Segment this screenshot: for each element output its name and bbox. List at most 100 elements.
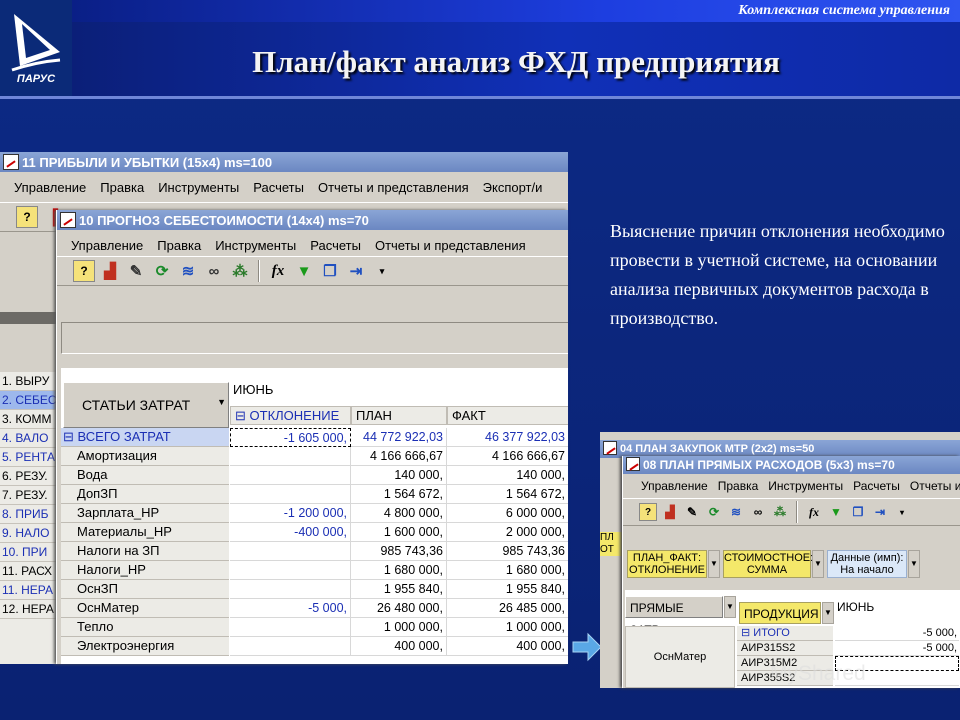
cell-plan[interactable]: 44 772 922,03 <box>351 428 447 447</box>
row-item[interactable]: 1. ВЫРУ <box>0 372 56 391</box>
formula-icon[interactable]: fx <box>805 503 823 521</box>
cell-fact[interactable]: 1 955 840, <box>447 580 568 599</box>
cell-fact[interactable]: 1 000 000, <box>447 618 568 637</box>
table-row[interactable]: Материалы_НР -400 000, 1 600 000, 2 000 … <box>61 523 568 542</box>
menu-item[interactable]: Отчеты и <box>910 479 960 493</box>
row-item[interactable]: 10. ПРИ <box>0 543 56 562</box>
menu-item[interactable]: Экспорт/и <box>483 180 543 195</box>
cell-deviation[interactable] <box>230 447 351 466</box>
cell-plan[interactable]: 1 000 000, <box>351 618 447 637</box>
list-item[interactable]: ⊟ ИТОГО <box>737 626 833 641</box>
cell-plan[interactable]: 4 800 000, <box>351 504 447 523</box>
cell-plan[interactable]: 985 743,36 <box>351 542 447 561</box>
row-item[interactable]: 2. СЕБЕС <box>0 391 56 410</box>
table-row[interactable]: Амортизация 4 166 666,67 4 166 666,67 <box>61 447 568 466</box>
dimension-chip-data[interactable]: Данные (имп): На начало <box>827 550 907 578</box>
cell-deviation[interactable]: -5 000, <box>230 599 351 618</box>
cell-fact[interactable]: 1 680 000, <box>447 561 568 580</box>
menu-item[interactable]: Расчеты <box>853 479 900 493</box>
row-item[interactable]: 3. КОММ <box>0 410 56 429</box>
menu-item[interactable]: Управление <box>641 479 708 493</box>
bar-chart-icon[interactable]: ▟ <box>99 260 121 282</box>
menu-item[interactable]: Управление <box>71 238 143 253</box>
filter-icon[interactable]: ▼ <box>293 260 315 282</box>
chevron-down-icon[interactable]: ▼ <box>822 602 834 624</box>
chevron-down-icon[interactable]: ▼ <box>217 397 226 407</box>
filter-icon[interactable]: ▼ <box>827 503 845 521</box>
cell-plan[interactable]: 400 000, <box>351 637 447 656</box>
cell-fact[interactable]: 6 000 000, <box>447 504 568 523</box>
window-titlebar[interactable]: 08 ПЛАН ПРЯМЫХ РАСХОДОВ (5x3) ms=70 <box>623 456 960 474</box>
row-item[interactable]: 4. ВАЛО <box>0 429 56 448</box>
list-item[interactable]: АИР315S2 <box>737 641 833 656</box>
table-row[interactable]: Вода 140 000, 140 000, <box>61 466 568 485</box>
column-header-plan[interactable]: ПЛАН <box>351 406 447 425</box>
row-item[interactable]: 11. РАСХ <box>0 562 56 581</box>
tree-icon[interactable]: ⁂ <box>229 260 251 282</box>
menu-item[interactable]: Инструменты <box>768 479 843 493</box>
bar-chart-icon[interactable]: ▟ <box>661 503 679 521</box>
menu-item[interactable]: Отчеты и представления <box>318 180 469 195</box>
dimension-chip-plan-fact[interactable]: ПЛАН_ФАКТ: ОТКЛОНЕНИЕ <box>627 550 707 578</box>
recalc-icon[interactable]: ⟳ <box>151 260 173 282</box>
cell-deviation[interactable] <box>230 466 351 485</box>
cell-deviation[interactable] <box>230 561 351 580</box>
cell-fact[interactable]: 2 000 000, <box>447 523 568 542</box>
cell-plan[interactable]: 26 480 000, <box>351 599 447 618</box>
window-titlebar[interactable]: 11 ПРИБЫЛИ И УБЫТКИ (15x4) ms=100 <box>0 152 568 172</box>
edit-icon[interactable]: ✎ <box>683 503 701 521</box>
view-icon[interactable]: ∞ <box>203 260 225 282</box>
menu-item[interactable]: Инструменты <box>158 180 239 195</box>
cell-deviation[interactable] <box>230 637 351 656</box>
layers-icon[interactable]: ≋ <box>177 260 199 282</box>
cost-items-header-button[interactable]: СТАТЬИ ЗАТРАТ ▼ <box>63 382 229 428</box>
menu-item[interactable]: Правка <box>157 238 201 253</box>
row-item[interactable]: 6. РЕЗУ. <box>0 467 56 486</box>
row-item[interactable]: 7. РЕЗУ. <box>0 486 56 505</box>
table-row[interactable]: Тепло 1 000 000, 1 000 000, <box>61 618 568 637</box>
cell-fact[interactable]: 4 166 666,67 <box>447 447 568 466</box>
export-icon[interactable]: ⇥ <box>871 503 889 521</box>
copy-icon[interactable]: ❐ <box>849 503 867 521</box>
table-row[interactable]: Электроэнергия 400 000, 400 000, <box>61 637 568 656</box>
cell-fact[interactable]: 140 000, <box>447 466 568 485</box>
table-row[interactable]: ⊟ ВСЕГО ЗАТРАТ -1 605 000, 44 772 922,03… <box>61 428 568 447</box>
table-row[interactable]: Зарплата_НР -1 200 000, 4 800 000, 6 000… <box>61 504 568 523</box>
table-row[interactable]: Налоги_НР 1 680 000, 1 680 000, <box>61 561 568 580</box>
cell-plan[interactable]: 140 000, <box>351 466 447 485</box>
cell-plan[interactable]: 4 166 666,67 <box>351 447 447 466</box>
table-row[interactable]: ОснМатер -5 000, 26 480 000, 26 485 000, <box>61 599 568 618</box>
cell-deviation[interactable] <box>230 580 351 599</box>
cell-value[interactable]: -5 000, <box>835 626 959 641</box>
cell-plan[interactable]: 1 600 000, <box>351 523 447 542</box>
menu-item[interactable]: Правка <box>718 479 759 493</box>
cell-fact[interactable]: 26 485 000, <box>447 599 568 618</box>
menu-item[interactable]: Отчеты и представления <box>375 238 526 253</box>
export-icon[interactable]: ⇥ <box>345 260 367 282</box>
copy-icon[interactable]: ❐ <box>319 260 341 282</box>
row-item[interactable]: 12. НЕРА <box>0 600 56 619</box>
row-item[interactable]: 5. РЕНТА <box>0 448 56 467</box>
help-icon[interactable]: ? <box>16 206 38 228</box>
more-dropdown-icon[interactable]: ▾ <box>893 503 911 521</box>
cell-plan[interactable]: 1 564 672, <box>351 485 447 504</box>
row-item[interactable]: 9. НАЛО <box>0 524 56 543</box>
chevron-down-icon[interactable]: ▼ <box>708 550 720 578</box>
cell-deviation[interactable]: -400 000, <box>230 523 351 542</box>
window-cost-forecast[interactable]: 10 ПРОГНОЗ СЕБЕСТОИМОСТИ (14x4) ms=70 Уп… <box>56 210 568 664</box>
table-row[interactable]: Налоги на ЗП 985 743,36 985 743,36 <box>61 542 568 561</box>
help-icon[interactable]: ? <box>73 260 95 282</box>
cell-fact[interactable]: 400 000, <box>447 637 568 656</box>
cell-plan[interactable]: 1 680 000, <box>351 561 447 580</box>
cell-deviation[interactable] <box>230 542 351 561</box>
layers-icon[interactable]: ≋ <box>727 503 745 521</box>
more-dropdown-icon[interactable]: ▾ <box>371 260 393 282</box>
menu-item[interactable]: Расчеты <box>310 238 361 253</box>
recalc-icon[interactable]: ⟳ <box>705 503 723 521</box>
column-header-deviation[interactable]: ⊟ ОТКЛОНЕНИЕ <box>230 406 351 425</box>
cell-plan[interactable]: 1 955 840, <box>351 580 447 599</box>
formula-bar[interactable] <box>61 322 568 354</box>
cell-deviation[interactable]: -1 200 000, <box>230 504 351 523</box>
window-titlebar[interactable]: 10 ПРОГНОЗ СЕБЕСТОИМОСТИ (14x4) ms=70 <box>57 210 568 230</box>
menu-item[interactable]: Расчеты <box>253 180 304 195</box>
